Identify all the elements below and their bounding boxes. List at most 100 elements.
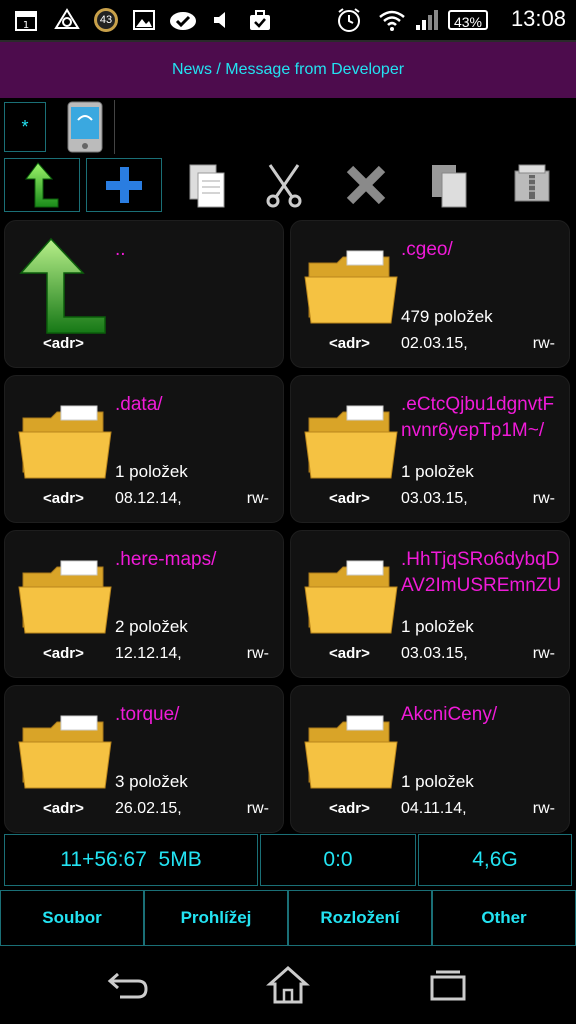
menu-prohlizej[interactable]: Prohlížej	[144, 890, 288, 946]
file-name: .torque/	[115, 704, 180, 725]
duplicate-button[interactable]	[410, 158, 486, 212]
archive-icon	[514, 164, 550, 202]
file-item[interactable]: .HhTjqSRo6dybqDAV2ImUSREmnZU~/ 1 položek <…	[290, 530, 570, 678]
news-banner[interactable]: News / Message from Developer	[0, 40, 576, 98]
file-date: 04.11.14,	[401, 800, 467, 817]
file-attr-label: <adr>	[329, 490, 370, 507]
status-bar: 1 43 43% 13:08	[0, 0, 576, 40]
file-item[interactable]: .data/1 položek <adr> 08.12.14, rw-	[4, 375, 284, 523]
folder-icon	[17, 392, 115, 492]
home-button[interactable]	[258, 962, 318, 1008]
file-item[interactable]: .torque/3 položek <adr> 26.02.15, rw-	[4, 685, 284, 833]
file-attr-label: <adr>	[43, 335, 84, 352]
file-permissions: rw-	[532, 645, 555, 662]
file-permissions: rw-	[532, 490, 555, 507]
battery-icon: 43%	[448, 10, 488, 30]
info-free-space: 4,6G	[418, 834, 572, 886]
add-button[interactable]	[86, 158, 162, 212]
file-name: .data/	[115, 394, 163, 415]
wifi-icon	[378, 8, 406, 32]
file-item-count: 2 položek	[115, 617, 188, 636]
folder-icon	[17, 547, 115, 647]
info-items-size-text: 11+56:67 5MB	[60, 848, 202, 871]
info-bar: 11+56:67 5MB 0:0 4,6G	[0, 832, 576, 888]
file-permissions: rw-	[532, 800, 555, 817]
go-up-button[interactable]	[4, 158, 80, 212]
file-permissions: rw-	[246, 645, 269, 662]
file-item-count: 3 položek	[115, 772, 188, 791]
menu-rozlozeni-label: Rozložení	[320, 908, 400, 927]
phone-icon	[67, 101, 103, 153]
info-selection-text: 0:0	[323, 848, 353, 871]
toolbar	[0, 156, 576, 216]
alarm-icon	[336, 8, 362, 32]
file-item-count: 1 položek	[401, 617, 474, 636]
delete-icon	[346, 165, 386, 205]
info-selection: 0:0	[260, 834, 416, 886]
file-item[interactable]: .here-maps/2 položek <adr> 12.12.14, rw-	[4, 530, 284, 678]
navigation-bar	[0, 946, 576, 1024]
back-button[interactable]	[98, 962, 158, 1008]
file-date: 08.12.14,	[115, 490, 182, 507]
add-icon	[106, 167, 142, 203]
file-permissions: rw-	[246, 490, 269, 507]
file-item[interactable]: .eCtcQjbu1dgnvtFnvnr6yepTp1M~/ 1 položek <…	[290, 375, 570, 523]
go-up-icon	[25, 162, 59, 208]
menu-other-label: Other	[481, 908, 527, 927]
file-name: ..	[115, 239, 126, 260]
file-item[interactable]: .. <adr>	[4, 220, 284, 368]
file-item-count: 1 položek	[401, 462, 474, 481]
tab-favorites-label: *	[21, 116, 29, 137]
copy-icon	[189, 164, 225, 208]
check-cloud-icon	[168, 8, 198, 32]
info-items-size: 11+56:67 5MB	[4, 834, 258, 886]
menu-soubor[interactable]: Soubor	[0, 890, 144, 946]
file-permissions: rw-	[532, 335, 555, 352]
file-name: .cgeo/	[401, 239, 453, 260]
file-permissions: rw-	[246, 800, 269, 817]
menu-soubor-label: Soubor	[42, 908, 102, 927]
duplicate-icon	[432, 165, 467, 208]
file-item-count: 1 položek	[401, 772, 474, 791]
signal-icon	[414, 8, 440, 32]
file-name: AkcniCeny/	[401, 704, 498, 725]
briefcase-icon	[248, 8, 272, 32]
file-item[interactable]: AkcniCeny/1 položek <adr> 04.11.14, rw-	[290, 685, 570, 833]
folder-icon	[303, 237, 401, 337]
file-attr-label: <adr>	[43, 645, 84, 662]
gallery-icon	[132, 8, 156, 32]
folder-icon	[303, 392, 401, 492]
menu-other[interactable]: Other	[432, 890, 576, 946]
file-date: 12.12.14,	[115, 645, 182, 662]
archive-button[interactable]	[494, 158, 570, 212]
file-attr-label: <adr>	[43, 800, 84, 817]
recents-button[interactable]	[418, 962, 478, 1008]
delete-button[interactable]	[328, 158, 404, 212]
file-name: .HhTjqSRo6dybqDAV2ImUSREmnZU~/	[401, 549, 562, 603]
cut-icon	[266, 164, 302, 208]
home-icon	[266, 965, 310, 1004]
clock: 13:08	[510, 6, 566, 31]
file-attr-label: <adr>	[329, 335, 370, 352]
copy-button[interactable]	[168, 158, 244, 212]
cut-button[interactable]	[246, 158, 322, 212]
svg-text:1: 1	[23, 20, 29, 31]
file-date: 03.03.15,	[401, 645, 468, 662]
file-item[interactable]: .cgeo/479 položek <adr> 02.03.15, rw-	[290, 220, 570, 368]
tab-row: *	[0, 98, 576, 156]
calendar-icon: 1	[14, 8, 38, 32]
menu-rozlozeni[interactable]: Rozložení	[288, 890, 432, 946]
recents-icon	[430, 970, 466, 1001]
menu-bar: Soubor Prohlížej Rozložení Other	[0, 890, 576, 946]
news-banner-text: News / Message from Developer	[171, 61, 405, 78]
folder-icon	[303, 702, 401, 802]
folder-icon	[17, 702, 115, 802]
file-attr-label: <adr>	[329, 800, 370, 817]
file-attr-label: <adr>	[329, 645, 370, 662]
tab-favorites[interactable]: *	[4, 102, 46, 152]
file-name: .here-maps/	[115, 549, 217, 570]
folder-icon	[303, 547, 401, 647]
menu-prohlizej-label: Prohlížej	[180, 908, 252, 927]
file-attr-label: <adr>	[43, 490, 84, 507]
tab-device[interactable]	[56, 100, 115, 154]
